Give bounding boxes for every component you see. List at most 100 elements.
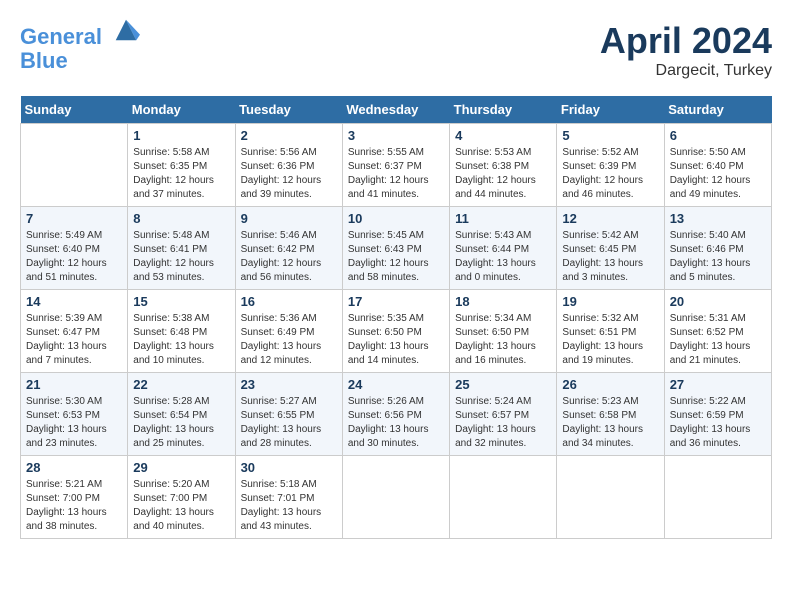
day-number: 10	[348, 211, 444, 226]
day-number: 13	[670, 211, 766, 226]
calendar-cell: 12 Sunrise: 5:42 AM Sunset: 6:45 PM Dayli…	[557, 207, 664, 290]
day-info: Sunrise: 5:32 AM Sunset: 6:51 PM Dayligh…	[562, 312, 658, 368]
day-info: Sunrise: 5:56 AM Sunset: 6:36 PM Dayligh…	[241, 146, 337, 202]
calendar-cell: 4Sunrise: 5:53 AM Sunset: 6:38 PM Daylig…	[450, 124, 557, 207]
day-number: 30	[241, 460, 337, 475]
location-title: Dargecit, Turkey	[600, 62, 772, 80]
day-number: 22	[133, 377, 229, 392]
calendar-cell	[21, 124, 128, 207]
calendar-cell: 16 Sunrise: 5:36 AM Sunset: 6:49 PM Dayli…	[235, 290, 342, 373]
title-block: April 2024 Dargecit, Turkey	[600, 20, 772, 80]
calendar-week: 7Sunrise: 5:49 AM Sunset: 6:40 PM Daylig…	[21, 207, 772, 290]
calendar-cell: 9 Sunrise: 5:46 AM Sunset: 6:42 PM Daylig…	[235, 207, 342, 290]
calendar-cell: 21Sunrise: 5:30 AM Sunset: 6:53 PM Dayli…	[21, 373, 128, 456]
logo-general: General	[20, 24, 102, 49]
day-number: 7	[26, 211, 122, 226]
weekday-header: Sunday	[21, 96, 128, 124]
day-number: 26	[562, 377, 658, 392]
calendar-cell: 28 Sunrise: 5:21 AM Sunset: 7:00 PM Dayli…	[21, 456, 128, 539]
calendar-cell: 6 Sunrise: 5:50 AM Sunset: 6:40 PM Daylig…	[664, 124, 771, 207]
day-info: Sunrise: 5:55 AM Sunset: 6:37 PM Dayligh…	[348, 146, 444, 202]
weekday-header: Saturday	[664, 96, 771, 124]
calendar-cell: 18 Sunrise: 5:34 AM Sunset: 6:50 PM Dayli…	[450, 290, 557, 373]
day-info: Sunrise: 5:40 AM Sunset: 6:46 PM Dayligh…	[670, 229, 766, 285]
day-number: 25	[455, 377, 551, 392]
day-info: Sunrise: 5:58 AM Sunset: 6:35 PM Dayligh…	[133, 146, 229, 202]
day-number: 1	[133, 128, 229, 143]
calendar-cell: 15 Sunrise: 5:38 AM Sunset: 6:48 PM Dayli…	[128, 290, 235, 373]
day-number: 27	[670, 377, 766, 392]
day-info: Sunrise: 5:34 AM Sunset: 6:50 PM Dayligh…	[455, 312, 551, 368]
day-info: Sunrise: 5:52 AM Sunset: 6:39 PM Dayligh…	[562, 146, 658, 202]
calendar-cell: 11 Sunrise: 5:43 AM Sunset: 6:44 PM Dayli…	[450, 207, 557, 290]
day-number: 28	[26, 460, 122, 475]
day-info: Sunrise: 5:53 AM Sunset: 6:38 PM Dayligh…	[455, 146, 551, 202]
day-number: 24	[348, 377, 444, 392]
day-number: 9	[241, 211, 337, 226]
calendar-cell: 23 Sunrise: 5:27 AM Sunset: 6:55 PM Dayli…	[235, 373, 342, 456]
calendar-cell: 22 Sunrise: 5:28 AM Sunset: 6:54 PM Dayli…	[128, 373, 235, 456]
day-number: 21	[26, 377, 122, 392]
calendar-cell	[664, 456, 771, 539]
calendar-cell: 20Sunrise: 5:31 AM Sunset: 6:52 PM Dayli…	[664, 290, 771, 373]
calendar-cell: 29Sunrise: 5:20 AM Sunset: 7:00 PM Dayli…	[128, 456, 235, 539]
calendar-cell: 7Sunrise: 5:49 AM Sunset: 6:40 PM Daylig…	[21, 207, 128, 290]
day-number: 20	[670, 294, 766, 309]
day-info: Sunrise: 5:42 AM Sunset: 6:45 PM Dayligh…	[562, 229, 658, 285]
day-number: 23	[241, 377, 337, 392]
calendar-cell: 1 Sunrise: 5:58 AM Sunset: 6:35 PM Daylig…	[128, 124, 235, 207]
calendar-week: 1 Sunrise: 5:58 AM Sunset: 6:35 PM Daylig…	[21, 124, 772, 207]
day-info: Sunrise: 5:28 AM Sunset: 6:54 PM Dayligh…	[133, 395, 229, 451]
day-info: Sunrise: 5:22 AM Sunset: 6:59 PM Dayligh…	[670, 395, 766, 451]
calendar-cell: 25 Sunrise: 5:24 AM Sunset: 6:57 PM Dayli…	[450, 373, 557, 456]
day-number: 17	[348, 294, 444, 309]
day-number: 18	[455, 294, 551, 309]
day-info: Sunrise: 5:48 AM Sunset: 6:41 PM Dayligh…	[133, 229, 229, 285]
day-number: 19	[562, 294, 658, 309]
day-info: Sunrise: 5:36 AM Sunset: 6:49 PM Dayligh…	[241, 312, 337, 368]
calendar-cell: 27 Sunrise: 5:22 AM Sunset: 6:59 PM Dayli…	[664, 373, 771, 456]
logo-blue: Blue	[20, 48, 68, 73]
calendar-cell: 8 Sunrise: 5:48 AM Sunset: 6:41 PM Daylig…	[128, 207, 235, 290]
calendar-cell: 5Sunrise: 5:52 AM Sunset: 6:39 PM Daylig…	[557, 124, 664, 207]
calendar-week: 28 Sunrise: 5:21 AM Sunset: 7:00 PM Dayli…	[21, 456, 772, 539]
day-info: Sunrise: 5:38 AM Sunset: 6:48 PM Dayligh…	[133, 312, 229, 368]
day-number: 12	[562, 211, 658, 226]
logo: General Blue	[20, 20, 140, 73]
day-number: 15	[133, 294, 229, 309]
page-header: General Blue April 2024 Dargecit, Turkey	[20, 20, 772, 80]
calendar-cell: 24 Sunrise: 5:26 AM Sunset: 6:56 PM Dayli…	[342, 373, 449, 456]
calendar-cell	[342, 456, 449, 539]
calendar-cell: 2 Sunrise: 5:56 AM Sunset: 6:36 PM Daylig…	[235, 124, 342, 207]
calendar-cell	[557, 456, 664, 539]
calendar-week: 21Sunrise: 5:30 AM Sunset: 6:53 PM Dayli…	[21, 373, 772, 456]
day-number: 16	[241, 294, 337, 309]
day-info: Sunrise: 5:23 AM Sunset: 6:58 PM Dayligh…	[562, 395, 658, 451]
day-info: Sunrise: 5:26 AM Sunset: 6:56 PM Dayligh…	[348, 395, 444, 451]
day-info: Sunrise: 5:35 AM Sunset: 6:50 PM Dayligh…	[348, 312, 444, 368]
logo-icon	[112, 16, 140, 44]
day-info: Sunrise: 5:27 AM Sunset: 6:55 PM Dayligh…	[241, 395, 337, 451]
day-info: Sunrise: 5:24 AM Sunset: 6:57 PM Dayligh…	[455, 395, 551, 451]
calendar-cell	[450, 456, 557, 539]
calendar-cell: 14Sunrise: 5:39 AM Sunset: 6:47 PM Dayli…	[21, 290, 128, 373]
calendar-cell: 26 Sunrise: 5:23 AM Sunset: 6:58 PM Dayli…	[557, 373, 664, 456]
day-info: Sunrise: 5:46 AM Sunset: 6:42 PM Dayligh…	[241, 229, 337, 285]
day-number: 11	[455, 211, 551, 226]
weekday-header: Tuesday	[235, 96, 342, 124]
calendar-cell: 10Sunrise: 5:45 AM Sunset: 6:43 PM Dayli…	[342, 207, 449, 290]
calendar-week: 14Sunrise: 5:39 AM Sunset: 6:47 PM Dayli…	[21, 290, 772, 373]
weekday-header: Friday	[557, 96, 664, 124]
day-info: Sunrise: 5:43 AM Sunset: 6:44 PM Dayligh…	[455, 229, 551, 285]
day-info: Sunrise: 5:39 AM Sunset: 6:47 PM Dayligh…	[26, 312, 122, 368]
day-info: Sunrise: 5:21 AM Sunset: 7:00 PM Dayligh…	[26, 478, 122, 534]
day-number: 8	[133, 211, 229, 226]
weekday-header: Thursday	[450, 96, 557, 124]
month-title: April 2024	[600, 20, 772, 62]
day-number: 6	[670, 128, 766, 143]
calendar-cell: 13 Sunrise: 5:40 AM Sunset: 6:46 PM Dayli…	[664, 207, 771, 290]
day-number: 2	[241, 128, 337, 143]
calendar-table: SundayMondayTuesdayWednesdayThursdayFrid…	[20, 96, 772, 539]
day-info: Sunrise: 5:50 AM Sunset: 6:40 PM Dayligh…	[670, 146, 766, 202]
day-number: 29	[133, 460, 229, 475]
